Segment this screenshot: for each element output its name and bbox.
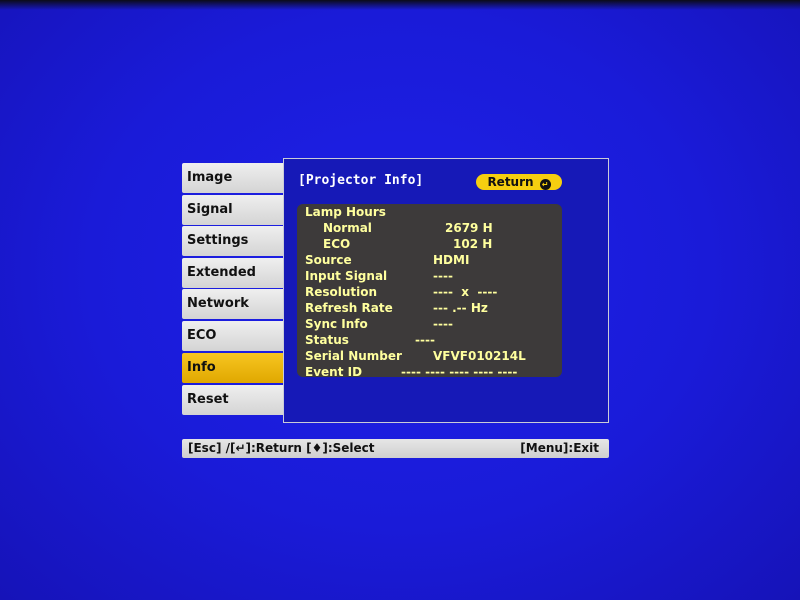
info-row-normal: Normal 2679 H [297, 220, 562, 236]
menu-item-reset[interactable]: Reset [182, 385, 285, 415]
return-button[interactable]: Return ↵ [476, 174, 562, 190]
normal-value: 2679 H [445, 221, 493, 235]
return-label: Return [487, 175, 534, 189]
input-signal-label: Input Signal [305, 269, 388, 283]
return-icon: ↵ [539, 179, 551, 190]
info-row-event-id: Event ID ---- ---- ---- ---- ---- [297, 364, 562, 380]
menu-item-extended[interactable]: Extended [182, 258, 285, 288]
sync-info-value: ---- [433, 317, 453, 331]
serial-number-label: Serial Number [305, 349, 402, 363]
status-label: Status [305, 333, 349, 347]
event-id-label: Event ID [305, 365, 363, 379]
screen-top-edge [0, 0, 800, 10]
input-signal-value: ---- [433, 269, 453, 283]
info-box: Lamp Hours Normal 2679 H ECO 102 H Sourc… [297, 204, 562, 380]
menu-item-signal[interactable]: Signal [182, 195, 285, 225]
resolution-label: Resolution [305, 285, 378, 299]
sync-info-label: Sync Info [305, 317, 368, 331]
lamp-hours-label: Lamp Hours [305, 205, 386, 219]
info-row-lamp-hours: Lamp Hours [297, 204, 562, 220]
refresh-rate-value: --- .-- Hz [433, 301, 488, 315]
source-label: Source [305, 253, 352, 267]
menu-item-network[interactable]: Network [182, 289, 285, 319]
menu-item-settings[interactable]: Settings [182, 226, 285, 256]
normal-label: Normal [323, 221, 372, 235]
eco-label: ECO [323, 237, 351, 251]
event-id-value: ---- ---- ---- ---- ---- [401, 365, 518, 379]
help-navigation-text: [Esc] /[↵]:Return [♦]:Select [188, 441, 375, 455]
help-exit-text: [Menu]:Exit [520, 441, 599, 455]
status-value: ---- [415, 333, 435, 347]
info-row-source: Source HDMI [297, 252, 562, 268]
resolution-value: ---- x ---- [433, 285, 498, 299]
refresh-rate-label: Refresh Rate [305, 301, 393, 315]
info-row-serial-number: Serial Number VFVF010214L [297, 348, 562, 364]
help-bar: [Esc] /[↵]:Return [♦]:Select [Menu]:Exit [182, 439, 609, 458]
serial-number-value: VFVF010214L [433, 349, 526, 363]
info-row-input-signal: Input Signal ---- [297, 268, 562, 284]
info-row-resolution: Resolution ---- x ---- [297, 284, 562, 300]
info-row-sync-info: Sync Info ---- [297, 316, 562, 332]
panel-title: [Projector Info] [298, 173, 424, 188]
projector-info-panel: [Projector Info] Return ↵ Lamp Hours Norm… [283, 158, 609, 423]
menu-item-info[interactable]: Info [182, 353, 289, 383]
menu-item-image[interactable]: Image [182, 163, 285, 193]
info-row-refresh-rate: Refresh Rate --- .-- Hz [297, 300, 562, 316]
menu-item-eco[interactable]: ECO [182, 321, 285, 351]
source-value: HDMI [433, 253, 470, 267]
info-row-eco: ECO 102 H [297, 236, 562, 252]
eco-value: 102 H [453, 237, 493, 251]
info-row-status: Status ---- [297, 332, 562, 348]
